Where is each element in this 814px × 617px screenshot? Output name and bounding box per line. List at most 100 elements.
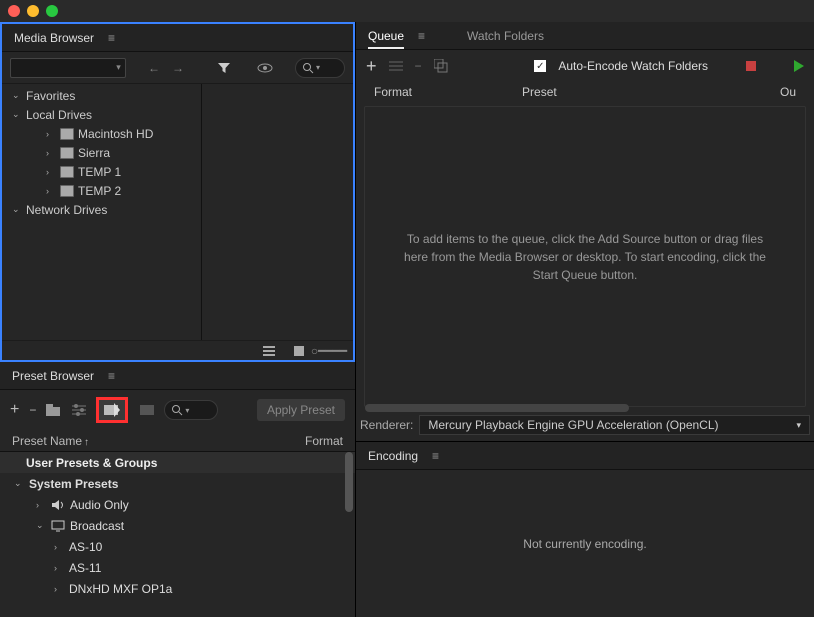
renderer-dropdown[interactable]: Mercury Playback Engine GPU Acceleration… bbox=[419, 415, 810, 435]
preset-search-input[interactable]: ▾ bbox=[164, 400, 218, 420]
preset-scrollbar[interactable] bbox=[345, 452, 353, 512]
queue-header: Queue ≡ Watch Folders bbox=[356, 22, 814, 50]
tree-label: Macintosh HD bbox=[78, 127, 153, 141]
remove-item-icon[interactable]: − bbox=[415, 59, 422, 73]
queue-tab[interactable]: Queue bbox=[368, 29, 404, 49]
row-label: AS-11 bbox=[69, 561, 101, 575]
media-path-dropdown[interactable]: ▾ bbox=[10, 58, 126, 78]
preset-browser-panel: Preset Browser ≡ + − bbox=[0, 362, 355, 617]
start-queue-icon[interactable] bbox=[794, 60, 804, 72]
preset-item[interactable]: › DNxHD MXF OP1a bbox=[0, 578, 355, 599]
chevron-down-icon: ⌄ bbox=[12, 90, 22, 101]
stop-queue-icon[interactable] bbox=[746, 61, 756, 71]
preset-group-broadcast[interactable]: ⌄ Broadcast bbox=[0, 515, 355, 536]
drive-icon bbox=[60, 185, 74, 197]
col-preset-name[interactable]: Preset Name bbox=[12, 434, 89, 448]
renderer-label: Renderer: bbox=[360, 418, 413, 432]
media-browser-panel: Media Browser ≡ ▾ ← → ▾ bbox=[0, 22, 355, 362]
col-format[interactable]: Format bbox=[374, 85, 412, 99]
new-group-icon[interactable] bbox=[46, 404, 62, 416]
monitor-icon bbox=[51, 520, 65, 532]
user-presets-header[interactable]: User Presets & Groups bbox=[0, 452, 355, 473]
chevron-down-icon: ⌄ bbox=[36, 520, 46, 531]
media-browser-footer: ○━━━━ bbox=[2, 340, 353, 360]
nav-back-icon[interactable]: ← bbox=[145, 58, 163, 78]
preset-list: User Presets & Groups ⌄ System Presets ›… bbox=[0, 452, 355, 617]
remove-preset-icon[interactable]: − bbox=[29, 403, 36, 417]
auto-encode-checkbox[interactable]: ✓ bbox=[534, 60, 546, 72]
chevron-right-icon: › bbox=[54, 563, 64, 573]
chevron-down-icon: ▾ bbox=[796, 420, 801, 431]
tree-drive-item[interactable]: › Macintosh HD bbox=[2, 124, 201, 143]
tree-label: TEMP 2 bbox=[78, 184, 121, 198]
add-preset-icon[interactable]: + bbox=[10, 401, 19, 419]
tree-drive-item[interactable]: › Sierra bbox=[2, 143, 201, 162]
queue-settings-icon[interactable] bbox=[389, 60, 403, 72]
encoding-status: Not currently encoding. bbox=[523, 537, 646, 551]
preset-item[interactable]: › AS-11 bbox=[0, 557, 355, 578]
preset-browser-tab[interactable]: Preset Browser bbox=[12, 369, 94, 383]
watch-folders-tab[interactable]: Watch Folders bbox=[467, 29, 544, 43]
list-view-icon[interactable] bbox=[259, 341, 279, 361]
tree-label: Local Drives bbox=[26, 108, 92, 122]
ingest-icon[interactable] bbox=[256, 58, 274, 78]
tree-drive-item[interactable]: › TEMP 1 bbox=[2, 162, 201, 181]
col-output[interactable]: Ou bbox=[780, 85, 796, 99]
window-titlebar bbox=[0, 0, 814, 22]
tree-label: Network Drives bbox=[26, 203, 107, 217]
drive-icon bbox=[60, 166, 74, 178]
tree-local-drives[interactable]: ⌄ Local Drives bbox=[2, 105, 201, 124]
import-preset-icon[interactable] bbox=[96, 397, 128, 423]
panel-menu-icon[interactable]: ≡ bbox=[108, 31, 115, 45]
chevron-right-icon: › bbox=[54, 542, 64, 552]
panel-menu-icon[interactable]: ≡ bbox=[432, 449, 439, 463]
preset-item[interactable]: › AS-10 bbox=[0, 536, 355, 557]
panel-menu-icon[interactable]: ≡ bbox=[108, 369, 115, 383]
media-search-input[interactable]: ▾ bbox=[295, 58, 345, 78]
col-preset[interactable]: Preset bbox=[522, 85, 557, 99]
zoom-slider[interactable]: ○━━━━ bbox=[319, 341, 339, 361]
apply-preset-button[interactable]: Apply Preset bbox=[257, 399, 345, 421]
col-format[interactable]: Format bbox=[305, 434, 343, 448]
queue-empty-text: To add items to the queue, click the Add… bbox=[395, 230, 775, 284]
encoding-tab[interactable]: Encoding bbox=[368, 449, 418, 463]
panel-menu-icon[interactable]: ≡ bbox=[418, 29, 425, 43]
row-label: User Presets & Groups bbox=[26, 456, 157, 470]
chevron-down-icon: ⌄ bbox=[14, 478, 24, 489]
media-tree: ⌄ Favorites ⌄ Local Drives › Macintosh H… bbox=[2, 84, 202, 340]
preset-column-headers: Preset Name Format bbox=[0, 430, 355, 452]
encoding-header: Encoding ≡ bbox=[356, 442, 814, 470]
nav-forward-icon[interactable]: → bbox=[169, 58, 187, 78]
tree-network-drives[interactable]: ⌄ Network Drives bbox=[2, 200, 201, 219]
chevron-down-icon: ⌄ bbox=[12, 109, 22, 120]
window-close-button[interactable] bbox=[8, 5, 20, 17]
tree-favorites[interactable]: ⌄ Favorites bbox=[2, 86, 201, 105]
left-column: Media Browser ≡ ▾ ← → ▾ bbox=[0, 22, 355, 617]
window-zoom-button[interactable] bbox=[46, 5, 58, 17]
renderer-row: Renderer: Mercury Playback Engine GPU Ac… bbox=[356, 415, 814, 441]
filter-icon[interactable] bbox=[215, 58, 233, 78]
queue-column-headers: Format Preset Ou bbox=[356, 82, 814, 102]
add-source-icon[interactable]: + bbox=[366, 56, 377, 77]
renderer-value: Mercury Playback Engine GPU Acceleration… bbox=[428, 418, 718, 432]
right-column: Queue ≡ Watch Folders + − ✓ Auto-Encode … bbox=[355, 22, 814, 617]
chevron-right-icon: › bbox=[46, 129, 56, 139]
chevron-right-icon: › bbox=[36, 500, 46, 510]
preset-settings-icon[interactable] bbox=[72, 404, 86, 416]
thumbnail-view-icon[interactable] bbox=[289, 341, 309, 361]
drive-icon bbox=[60, 128, 74, 140]
preset-group-audio[interactable]: › Audio Only bbox=[0, 494, 355, 515]
row-label: Audio Only bbox=[70, 498, 129, 512]
tree-drive-item[interactable]: › TEMP 2 bbox=[2, 181, 201, 200]
row-label: System Presets bbox=[29, 477, 118, 491]
row-label: AS-10 bbox=[69, 540, 102, 554]
queue-h-scrollbar[interactable] bbox=[365, 404, 805, 412]
encoding-body: Not currently encoding. bbox=[356, 470, 814, 617]
system-presets-row[interactable]: ⌄ System Presets bbox=[0, 473, 355, 494]
queue-toolbar: + − ✓ Auto-Encode Watch Folders bbox=[356, 50, 814, 82]
media-browser-tab[interactable]: Media Browser bbox=[14, 31, 94, 45]
export-preset-icon[interactable] bbox=[138, 404, 154, 416]
window-minimize-button[interactable] bbox=[27, 5, 39, 17]
duplicate-icon[interactable] bbox=[434, 59, 448, 73]
queue-drop-zone[interactable]: To add items to the queue, click the Add… bbox=[364, 106, 806, 407]
